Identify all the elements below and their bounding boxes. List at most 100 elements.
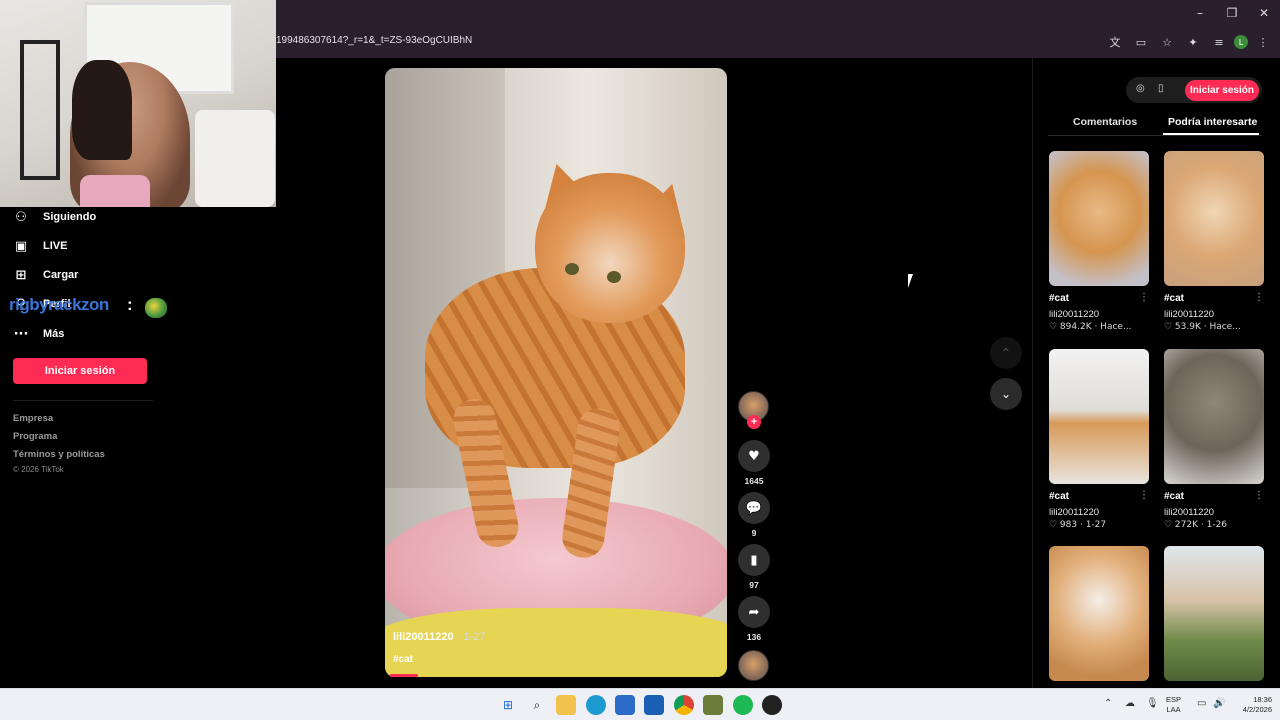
- right-panel-divider: [1032, 58, 1033, 688]
- webcam-streamer-top: [80, 175, 150, 207]
- save-count: 97: [749, 580, 759, 590]
- more-options-icon[interactable]: ⋮: [1254, 490, 1264, 501]
- video-author[interactable]: lili20011220 · 1-27: [393, 631, 485, 643]
- card-username[interactable]: lili20011220: [1049, 507, 1099, 518]
- sidebar-item-label: Siguiendo: [43, 211, 97, 223]
- card-hashtag[interactable]: #cat: [1049, 491, 1069, 502]
- more-options-icon[interactable]: ⋮: [1254, 292, 1264, 303]
- sidebar-item-live[interactable]: ▣ LIVE: [13, 236, 68, 256]
- video-author-name[interactable]: lili20011220: [393, 631, 454, 643]
- file-explorer-icon[interactable]: [556, 695, 576, 715]
- save-button[interactable]: ▮: [738, 544, 770, 576]
- extensions-icon[interactable]: ✦: [1182, 31, 1204, 53]
- next-video-button[interactable]: ⌄: [990, 378, 1022, 410]
- card-meta: ♡ 272K · 1-26: [1164, 520, 1228, 530]
- obs-icon[interactable]: [762, 695, 782, 715]
- card-meta: ♡ 983 · 1-27: [1049, 520, 1107, 530]
- webcam-overlay: [0, 0, 276, 207]
- tray-cloud-icon[interactable]: ☁: [1125, 698, 1135, 709]
- sidebar-item-upload[interactable]: ⊞ Cargar: [13, 265, 79, 285]
- header-login-button[interactable]: Iniciar sesión: [1185, 80, 1259, 101]
- follow-button[interactable]: +: [747, 415, 761, 429]
- clock[interactable]: 18:36 4/2/2026: [1232, 695, 1272, 715]
- microphone-icon[interactable]: 🎙: [1146, 698, 1159, 709]
- clock-date: 4/2/2026: [1242, 705, 1272, 714]
- compass-icon[interactable]: ◎: [1136, 83, 1145, 94]
- media-icon[interactable]: ≡: [1208, 31, 1230, 53]
- spotify-icon[interactable]: [733, 695, 753, 715]
- tray-chevron-icon[interactable]: ⌃: [1104, 698, 1112, 709]
- language-line2: LAA: [1166, 705, 1181, 714]
- card-meta: ♡ 894.2K · Hace...: [1049, 322, 1132, 332]
- footer-link-program[interactable]: Programa: [13, 431, 57, 442]
- card-username[interactable]: lili20011220: [1164, 309, 1214, 320]
- recommended-video-thumbnail[interactable]: [1164, 546, 1264, 681]
- recommended-video-thumbnail[interactable]: [1049, 349, 1149, 484]
- sidebar-login-button[interactable]: Iniciar sesión: [13, 358, 147, 384]
- card-hashtag[interactable]: #cat: [1049, 293, 1069, 304]
- recommended-video-thumbnail[interactable]: [1164, 349, 1264, 484]
- following-icon: ⚇: [15, 209, 27, 225]
- card-username[interactable]: lili20011220: [1164, 507, 1214, 518]
- footer-link-company[interactable]: Empresa: [13, 413, 53, 424]
- video-cat-head: [535, 173, 685, 323]
- footer-link-terms[interactable]: Términos y políticas: [13, 449, 105, 460]
- sidebar-item-label: Más: [43, 328, 65, 340]
- app-icon[interactable]: [703, 695, 723, 715]
- outlook-icon[interactable]: [644, 695, 664, 715]
- menu-icon[interactable]: ⋮: [1252, 31, 1274, 53]
- restore-button[interactable]: ❐: [1216, 0, 1248, 26]
- close-window-button[interactable]: ✕: [1248, 0, 1280, 26]
- window-controls: – ❐ ✕: [1184, 0, 1280, 26]
- tab-recommendations[interactable]: Podría interesarte: [1168, 116, 1257, 128]
- network-icon[interactable]: ▭: [1197, 698, 1206, 709]
- video-date: · 1-27: [453, 631, 486, 643]
- tab-comments[interactable]: Comentarios: [1073, 116, 1137, 128]
- recommended-video-thumbnail[interactable]: [1049, 151, 1149, 286]
- more-options-icon[interactable]: ⋮: [1139, 292, 1149, 303]
- bookmark-icon: ▮: [750, 552, 758, 568]
- edge-icon[interactable]: [586, 695, 606, 715]
- device-icon[interactable]: ▯: [1158, 83, 1164, 94]
- language-line1: ESP: [1166, 695, 1182, 704]
- stream-chat-separator: :: [127, 295, 133, 314]
- card-username[interactable]: lili20011220: [1049, 309, 1099, 320]
- input-language[interactable]: ESP LAA: [1166, 695, 1181, 715]
- cast-icon[interactable]: ▭: [1130, 31, 1152, 53]
- minimize-button[interactable]: –: [1184, 0, 1216, 26]
- sidebar-item-more[interactable]: ··· Más: [13, 324, 65, 344]
- share-count: 136: [746, 632, 762, 642]
- tabs-divider: [1048, 135, 1262, 136]
- comment-button[interactable]: 💬: [738, 492, 770, 524]
- card-hashtag[interactable]: #cat: [1164, 293, 1184, 304]
- profile-avatar[interactable]: L: [1234, 35, 1248, 49]
- star-icon[interactable]: ☆: [1156, 31, 1178, 53]
- start-icon[interactable]: ⊞: [498, 695, 518, 715]
- url-field[interactable]: 199486307614?_r=1&_t=ZS-93eOgCUIBhN: [276, 35, 472, 46]
- recommended-video-thumbnail[interactable]: [1049, 546, 1149, 681]
- volume-icon[interactable]: 🔊: [1213, 698, 1225, 709]
- card-hashtag[interactable]: #cat: [1164, 491, 1184, 502]
- stream-emote-icon: [145, 298, 167, 318]
- video-cat-eye: [565, 263, 579, 275]
- video-caption-hashtag[interactable]: #cat: [393, 654, 413, 665]
- comment-icon: 💬: [745, 500, 763, 516]
- translate-icon[interactable]: 文: [1104, 31, 1126, 53]
- store-icon[interactable]: [615, 695, 635, 715]
- video-player[interactable]: [385, 68, 727, 677]
- copyright-text: © 2026 TikTok: [13, 465, 64, 474]
- address-bar-icons: 文 ▭ ☆ ✦ ≡ L ⋮: [1104, 31, 1274, 53]
- mouse-cursor-icon: [908, 274, 913, 288]
- live-icon: ▣: [14, 238, 28, 254]
- sidebar-item-following[interactable]: ⚇ Siguiendo: [13, 207, 96, 227]
- comment-count: 9: [751, 528, 757, 538]
- video-progress-bar[interactable]: [390, 674, 418, 677]
- recommended-video-thumbnail[interactable]: [1164, 151, 1264, 286]
- previous-video-button[interactable]: ⌃: [990, 337, 1022, 369]
- more-options-icon[interactable]: ⋮: [1139, 490, 1149, 501]
- share-button[interactable]: ➦: [738, 596, 770, 628]
- like-button[interactable]: ♥: [738, 440, 770, 472]
- chrome-icon[interactable]: [674, 695, 694, 715]
- search-icon[interactable]: ⌕: [527, 695, 547, 715]
- sound-disc-avatar[interactable]: [738, 650, 769, 681]
